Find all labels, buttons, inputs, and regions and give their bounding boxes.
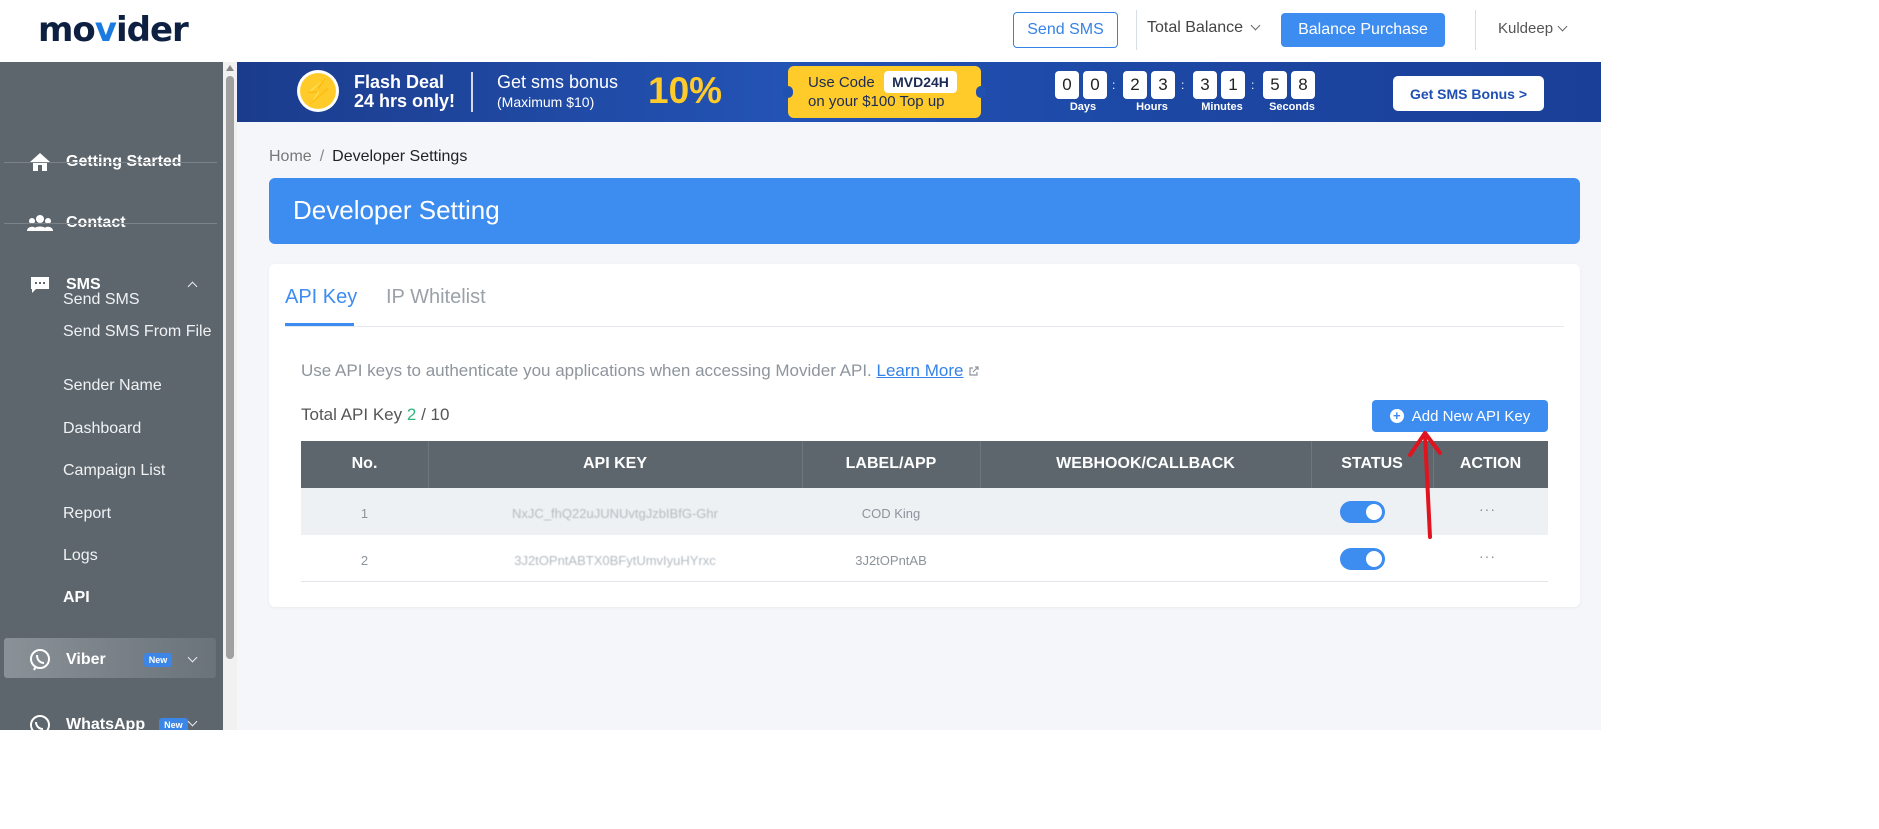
sidebar-divider — [4, 162, 217, 163]
action-menu-icon[interactable]: ··· — [1479, 548, 1496, 564]
col-header-api-key: API KEY — [582, 455, 647, 472]
countdown-colon: : — [1251, 78, 1255, 92]
new-badge: New — [143, 653, 173, 667]
sidebar-item-dashboard[interactable]: Dashboard — [63, 418, 213, 440]
api-key-value: 3J2tOPntABTX0BFytUmvIyuHYrxc — [514, 553, 716, 568]
flash-deal-title: Flash Deal 24 hrs only! — [354, 72, 456, 111]
chevron-down-icon — [1557, 21, 1568, 32]
tab-ip-whitelist[interactable]: IP Whitelist — [386, 286, 486, 309]
sidebar-divider — [4, 223, 217, 224]
bonus-percent: 10% — [648, 70, 723, 111]
col-header-label: LABEL/APP — [845, 455, 937, 472]
col-header-no: No. — [351, 455, 378, 472]
countdown-digit: 3 — [1193, 71, 1217, 99]
countdown-colon: : — [1181, 78, 1185, 92]
sidebar-item-send-sms-from-file[interactable]: Send SMS From File — [63, 321, 213, 343]
new-badge: New — [159, 718, 188, 730]
header-divider — [1136, 10, 1137, 50]
total-balance-dropdown[interactable]: Total Balance — [1147, 19, 1261, 37]
use-code-label: Use Code — [808, 74, 875, 91]
tab-divider — [285, 326, 1564, 327]
annotation-arrow-icon — [1408, 431, 1442, 539]
add-new-api-key-button[interactable]: + Add New API Key — [1372, 400, 1548, 432]
breadcrumb-current: Developer Settings — [332, 148, 468, 165]
sidebar-item-campaign-list[interactable]: Campaign List — [63, 460, 213, 482]
countdown-label-days: Days — [1069, 101, 1097, 113]
col-header-webhook: WEBHOOK/CALLBACK — [1056, 455, 1235, 472]
sidebar-item-send-sms[interactable]: Send SMS — [63, 289, 213, 311]
whatsapp-icon — [26, 711, 54, 730]
sidebar-item-viber[interactable]: Viber New — [0, 630, 218, 690]
viber-icon — [26, 646, 54, 674]
total-api-key: Total API Key 2 / 10 — [301, 405, 450, 424]
chevron-down-icon — [1250, 20, 1261, 31]
label-app-value: COD King — [861, 506, 921, 521]
countdown-label-minutes: Minutes — [1201, 101, 1243, 113]
bonus-text: Get sms bonus (Maximum $10) — [497, 72, 619, 110]
sidebar-item-logs[interactable]: Logs — [63, 545, 213, 567]
sidebar-item-api[interactable]: API — [63, 587, 213, 609]
sidebar: Getting Started Contact SMS Send SMS Sen… — [0, 62, 223, 730]
countdown-label-seconds: Seconds — [1269, 101, 1315, 113]
get-sms-bonus-button[interactable]: Get SMS Bonus > — [1393, 76, 1544, 111]
page-title: Developer Setting — [293, 195, 500, 225]
row-number: 2 — [360, 553, 369, 568]
promo-code: MVD24H — [884, 71, 957, 93]
countdown-digit: 0 — [1083, 71, 1107, 99]
user-menu[interactable]: Kuldeep — [1498, 20, 1568, 37]
row-number: 1 — [360, 506, 369, 521]
learn-more-link[interactable]: Learn More — [877, 361, 964, 380]
send-sms-button[interactable]: Send SMS — [1013, 12, 1118, 48]
countdown-digit: 8 — [1291, 71, 1315, 99]
label-app-value: 3J2tOPntAB — [855, 553, 927, 568]
sidebar-item-report[interactable]: Report — [63, 503, 213, 525]
action-menu-icon[interactable]: ··· — [1479, 501, 1496, 517]
scroll-up-arrow[interactable] — [226, 65, 234, 71]
sidebar-scrollbar-thumb[interactable] — [226, 76, 234, 659]
breadcrumb-home[interactable]: Home — [269, 148, 312, 165]
plus-circle-icon: + — [1389, 409, 1404, 423]
countdown-colon: : — [1112, 78, 1116, 92]
sidebar-item-sender-name[interactable]: Sender Name — [63, 375, 213, 397]
top-header: movider Send SMS Total Balance Balance P… — [0, 0, 1601, 62]
coupon-note: on your $100 Top up — [808, 93, 945, 110]
api-description: Use API keys to authenticate you applica… — [301, 361, 980, 381]
countdown-digit: 5 — [1263, 71, 1287, 99]
status-toggle[interactable] — [1340, 501, 1385, 523]
sidebar-item-whatsapp[interactable]: WhatsApp New — [0, 695, 218, 730]
message-icon — [26, 271, 54, 299]
countdown-digit: 2 — [1123, 71, 1147, 99]
balance-purchase-button[interactable]: Balance Purchase — [1281, 13, 1445, 47]
external-link-icon — [969, 366, 979, 376]
countdown-digit: 1 — [1221, 71, 1245, 99]
movider-logo[interactable]: movider — [38, 10, 189, 50]
api-key-value: NxJC_fhQ22uJUNUvtgJzbIBfG-Ghr — [512, 506, 718, 521]
active-tab-indicator — [285, 323, 354, 326]
status-toggle[interactable] — [1340, 548, 1385, 570]
header-divider — [1475, 10, 1476, 50]
lightning-icon: ⚡ — [297, 70, 339, 112]
countdown-label-hours: Hours — [1136, 101, 1168, 113]
countdown-digit: 0 — [1055, 71, 1079, 99]
breadcrumb: Home / Developer Settings — [269, 148, 468, 165]
tab-api-key[interactable]: API Key — [285, 286, 357, 309]
banner-divider — [471, 72, 473, 112]
countdown-digit: 3 — [1151, 71, 1175, 99]
